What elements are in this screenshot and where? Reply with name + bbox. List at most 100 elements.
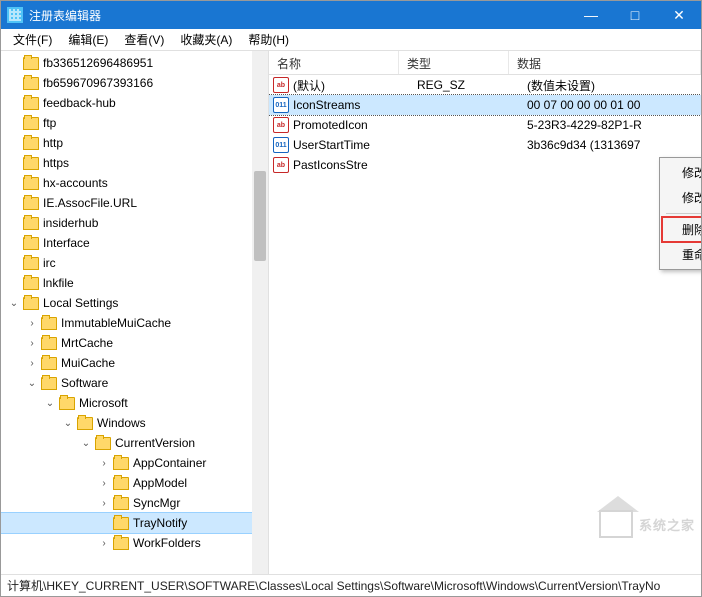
- column-name[interactable]: 名称: [269, 51, 399, 74]
- menu-file[interactable]: 文件(F): [5, 29, 60, 50]
- chevron-down-icon[interactable]: ⌄: [61, 416, 75, 430]
- list-row[interactable]: ab(默认)REG_SZ(数值未设置): [269, 75, 701, 95]
- tree-item-feedback-hub[interactable]: feedback-hub: [1, 93, 268, 113]
- tree-item-label: CurrentVersion: [115, 436, 195, 450]
- context-menu: 修改(M)... 修改二进制数据(B)... 删除(D) 重命名(R): [659, 157, 701, 270]
- folder-icon: [23, 157, 39, 170]
- ctx-rename[interactable]: 重命名(R): [662, 242, 701, 267]
- menu-favorites[interactable]: 收藏夹(A): [172, 29, 240, 50]
- folder-icon: [113, 497, 129, 510]
- maximize-button[interactable]: □: [613, 1, 657, 29]
- tree-item-local-settings[interactable]: ⌄ Local Settings: [1, 293, 268, 313]
- tree-item-label: Local Settings: [43, 296, 118, 310]
- minimize-button[interactable]: —: [569, 1, 613, 29]
- folder-icon: [23, 277, 39, 290]
- tree-pane[interactable]: fb336512696486951 fb659670967393166 feedba…: [1, 51, 269, 574]
- menu-edit[interactable]: 编辑(E): [60, 29, 116, 50]
- tree-item-microsoft[interactable]: ⌄Microsoft: [1, 393, 268, 413]
- tree-item-label: Windows: [97, 416, 146, 430]
- tree-item-label: http: [43, 136, 63, 150]
- tree-item-label: fb336512696486951: [43, 56, 153, 70]
- string-value-icon: ab: [273, 157, 289, 173]
- folder-icon: [59, 397, 75, 410]
- list-row[interactable]: 011IconStreams00 07 00 00 00 01 00: [269, 95, 701, 115]
- chevron-right-icon[interactable]: ›: [97, 456, 111, 470]
- folder-icon: [23, 77, 39, 90]
- chevron-right-icon[interactable]: ›: [25, 316, 39, 330]
- ctx-delete[interactable]: 删除(D): [662, 217, 701, 242]
- ctx-modify[interactable]: 修改(M)...: [662, 160, 701, 185]
- chevron-right-icon[interactable]: ›: [25, 356, 39, 370]
- tree-item-windows[interactable]: ⌄ Windows: [1, 413, 268, 433]
- folder-icon: [23, 257, 39, 270]
- folder-icon: [95, 437, 111, 450]
- tree-item-traynotify[interactable]: TrayNotify: [1, 513, 268, 533]
- cell-name: PastIconsStre: [293, 158, 417, 172]
- cell-type: REG_SZ: [417, 78, 527, 92]
- ctx-separator: [666, 213, 701, 214]
- tree-item-irc[interactable]: irc: [1, 253, 268, 273]
- column-data[interactable]: 数据: [509, 51, 701, 74]
- tree-item-label: MrtCache: [61, 336, 113, 350]
- string-value-icon: ab: [273, 77, 289, 93]
- tree-item-appmodel[interactable]: › AppModel: [1, 473, 268, 493]
- house-icon: [599, 510, 633, 538]
- chevron-down-icon[interactable]: ⌄: [7, 296, 21, 310]
- tree-item-syncmgr[interactable]: ›SyncMgr: [1, 493, 268, 513]
- list-row[interactable]: ab PastIconsStre: [269, 155, 701, 175]
- tree-item-workfolders[interactable]: ›WorkFolders: [1, 533, 268, 553]
- tree-item-mrtcache[interactable]: › MrtCache: [1, 333, 268, 353]
- tree-item-hx-accounts[interactable]: hx-accounts: [1, 173, 268, 193]
- folder-icon: [41, 337, 57, 350]
- tree-item-https[interactable]: https: [1, 153, 268, 173]
- tree-scrollbar[interactable]: [252, 51, 268, 574]
- chevron-down-icon[interactable]: ⌄: [25, 376, 39, 390]
- tree-item-label: AppModel: [133, 476, 187, 490]
- tree-item-ie-assocfile-url[interactable]: IE.AssocFile.URL: [1, 193, 268, 213]
- column-type[interactable]: 类型: [399, 51, 509, 74]
- menu-help[interactable]: 帮助(H): [240, 29, 297, 50]
- tree-item-ftp[interactable]: ftp: [1, 113, 268, 133]
- list-pane[interactable]: 名称 类型 数据 ab(默认)REG_SZ(数值未设置)011IconStrea…: [269, 51, 701, 574]
- chevron-right-icon[interactable]: ›: [25, 336, 39, 350]
- tree-item-label: TrayNotify: [133, 516, 187, 530]
- tree-item-label: ImmutableMuiCache: [61, 316, 171, 330]
- tree-item-label: hx-accounts: [43, 176, 108, 190]
- tree-item-label: IE.AssocFile.URL: [43, 196, 137, 210]
- tree-item-interface[interactable]: Interface: [1, 233, 268, 253]
- scrollbar-thumb[interactable]: [254, 171, 266, 261]
- cell-data: 5-23R3-4229-82P1-R: [527, 118, 701, 132]
- main-split: fb336512696486951 fb659670967393166 feedba…: [1, 51, 701, 574]
- statusbar: 计算机\HKEY_CURRENT_USER\SOFTWARE\Classes\L…: [1, 574, 701, 596]
- tree-item-muicache[interactable]: ›MuiCache: [1, 353, 268, 373]
- tree-item-fb659670967393166[interactable]: fb659670967393166: [1, 73, 268, 93]
- tree-item-currentversion[interactable]: ⌄ CurrentVersion: [1, 433, 268, 453]
- tree-item-software[interactable]: ⌄ Software: [1, 373, 268, 393]
- chevron-right-icon[interactable]: ›: [97, 536, 111, 550]
- tree-item-fb336512696486951[interactable]: fb336512696486951: [1, 53, 268, 73]
- list-header: 名称 类型 数据: [269, 51, 701, 75]
- tree-item-insiderhub[interactable]: insiderhub: [1, 213, 268, 233]
- list-row[interactable]: 011UserStartTime3b36c9d34 (1313697: [269, 135, 701, 155]
- tree-item-appcontainer[interactable]: ›AppContainer: [1, 453, 268, 473]
- tree-item-label: Software: [61, 376, 108, 390]
- close-button[interactable]: ✕: [657, 1, 701, 29]
- chevron-down-icon[interactable]: ⌄: [79, 436, 93, 450]
- folder-icon: [23, 197, 39, 210]
- tree-item-label: insiderhub: [43, 216, 98, 230]
- tree-item-lnkfile[interactable]: lnkfile: [1, 273, 268, 293]
- chevron-down-icon[interactable]: ⌄: [43, 396, 57, 410]
- tree-item-label: ftp: [43, 116, 56, 130]
- tree-item-label: feedback-hub: [43, 96, 116, 110]
- list-row[interactable]: abPromotedIcon5-23R3-4229-82P1-R: [269, 115, 701, 135]
- tree-item-http[interactable]: http: [1, 133, 268, 153]
- cell-data: (数值未设置): [527, 77, 701, 94]
- ctx-modify-binary[interactable]: 修改二进制数据(B)...: [662, 185, 701, 210]
- status-path: 计算机\HKEY_CURRENT_USER\SOFTWARE\Classes\L…: [7, 577, 660, 594]
- folder-icon: [23, 137, 39, 150]
- folder-icon: [23, 57, 39, 70]
- chevron-right-icon[interactable]: ›: [97, 476, 111, 490]
- tree-item-immutablemuicache[interactable]: › ImmutableMuiCache: [1, 313, 268, 333]
- menu-view[interactable]: 查看(V): [116, 29, 172, 50]
- chevron-right-icon[interactable]: ›: [97, 496, 111, 510]
